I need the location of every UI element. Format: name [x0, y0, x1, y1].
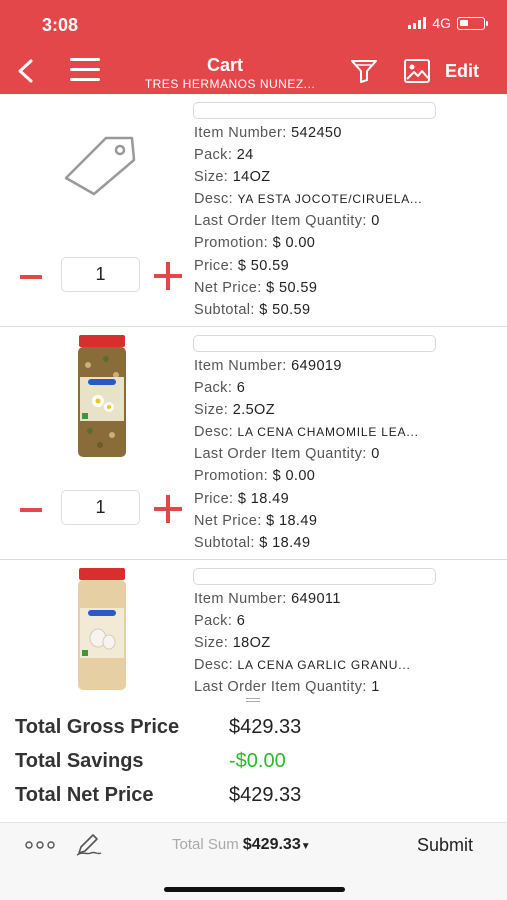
total-net-row: Total Net Price $429.33: [15, 784, 485, 818]
item-details: Item Number: 649011 Pack: 6 Size: 18OZ D…: [194, 588, 499, 694]
subtotal-row: Subtotal: $ 50.59: [194, 301, 311, 318]
item-media: 1: [0, 94, 190, 327]
decrease-quantity-button[interactable]: [18, 497, 44, 523]
size-row: Size: 14OZ: [194, 169, 271, 186]
cart-list[interactable]: 1 Item Number: 542450 Pack: 24 Size: 14O…: [0, 94, 507, 694]
cart-item: Item Number: 649011 Pack: 6 Size: 18OZ D…: [0, 560, 507, 694]
decrease-quantity-button[interactable]: [18, 264, 44, 290]
chamomile-jar-image: [78, 335, 126, 457]
desc-row: Desc: LA CENA GARLIC GRANU...: [194, 657, 411, 674]
item-note-field[interactable]: [193, 335, 436, 352]
item-number-row: Item Number: 542450: [194, 125, 342, 141]
battery-icon: [457, 16, 488, 30]
total-sum-label: Total Sum: [172, 836, 239, 853]
status-time: 3:08: [42, 15, 79, 35]
customer-name: TRES HERMANOS NUNEZ...: [144, 77, 316, 91]
total-savings-value: -$0.00: [229, 750, 286, 772]
item-number-row: Item Number: 649011: [194, 591, 341, 607]
total-gross-row: Total Gross Price $429.33: [15, 716, 485, 750]
total-savings-row: Total Savings -$0.00: [15, 750, 485, 784]
total-net-label: Total Net Price: [15, 784, 154, 806]
net-price-row: Net Price: $ 18.49: [194, 512, 318, 529]
desc-row: Desc: LA CENA CHAMOMILE LEA...: [194, 424, 419, 441]
promotion-row: Promotion: $ 0.00: [194, 468, 316, 485]
image-icon[interactable]: [403, 58, 431, 84]
cart-item: 1 Item Number: 649019 Pack: 6 Size: 2.5O…: [0, 327, 507, 560]
item-details: Item Number: 649019 Pack: 6 Size: 2.5OZ …: [194, 355, 499, 554]
bottom-toolbar: Total Sum $429.33▼ Submit: [0, 822, 507, 900]
status-indicators: 4G: [408, 15, 488, 31]
pack-row: Pack: 6: [194, 613, 246, 630]
home-indicator: [164, 887, 345, 892]
drag-handle-icon[interactable]: [246, 698, 260, 702]
total-net-value: $429.33: [229, 784, 302, 806]
item-note-field[interactable]: [193, 568, 436, 585]
total-gross-label: Total Gross Price: [15, 716, 180, 738]
caret-down-icon: ▼: [300, 841, 311, 852]
total-savings-label: Total Savings: [15, 750, 144, 772]
last-order-qty-row: Last Order Item Quantity: 0: [194, 213, 380, 230]
item-details: Item Number: 542450 Pack: 24 Size: 14OZ …: [194, 122, 499, 321]
total-sum-value: $429.33: [242, 836, 301, 853]
increase-quantity-button[interactable]: [152, 493, 184, 525]
header-bar: 3:08 4G Cart TRES HERMANOS NUNEZ... Edit: [0, 0, 507, 94]
item-number-row: Item Number: 649019: [194, 358, 342, 374]
price-row: Price: $ 50.59: [194, 257, 290, 274]
signal-icon: [408, 17, 427, 29]
cart-item: 1 Item Number: 542450 Pack: 24 Size: 14O…: [0, 94, 507, 327]
increase-quantity-button[interactable]: [152, 260, 184, 292]
edit-button[interactable]: Edit: [445, 61, 479, 82]
size-row: Size: 18OZ: [194, 635, 271, 652]
quantity-input[interactable]: 1: [61, 257, 140, 292]
totals-panel: Total Gross Price $429.33 Total Savings …: [15, 716, 485, 818]
item-note-field[interactable]: [193, 102, 436, 119]
subtotal-row: Subtotal: $ 18.49: [194, 534, 311, 551]
page-title: Cart: [206, 55, 243, 75]
price-row: Price: $ 18.49: [194, 490, 290, 507]
promotion-row: Promotion: $ 0.00: [194, 235, 316, 252]
pack-row: Pack: 6: [194, 380, 246, 397]
item-media: 1: [0, 327, 190, 560]
network-type: 4G: [432, 15, 451, 31]
more-options-icon[interactable]: [25, 840, 55, 850]
last-order-qty-row: Last Order Item Quantity: 0: [194, 446, 380, 463]
last-order-qty-row: Last Order Item Quantity: 1: [194, 679, 380, 694]
total-gross-value: $429.33: [229, 716, 302, 738]
quantity-input[interactable]: 1: [61, 490, 140, 525]
signature-pen-icon[interactable]: [75, 833, 103, 857]
desc-row: Desc: YA ESTA JOCOTE/CIRUELA...: [194, 191, 423, 208]
garlic-jar-image: [78, 568, 126, 690]
pack-row: Pack: 24: [194, 147, 254, 164]
total-sum-dropdown[interactable]: Total Sum $429.33▼: [172, 836, 311, 854]
filter-icon[interactable]: [350, 58, 378, 84]
tag-icon: [64, 136, 136, 196]
net-price-row: Net Price: $ 50.59: [194, 279, 318, 296]
item-media: [0, 560, 190, 694]
size-row: Size: 2.5OZ: [194, 402, 275, 419]
submit-button[interactable]: Submit: [417, 835, 473, 856]
